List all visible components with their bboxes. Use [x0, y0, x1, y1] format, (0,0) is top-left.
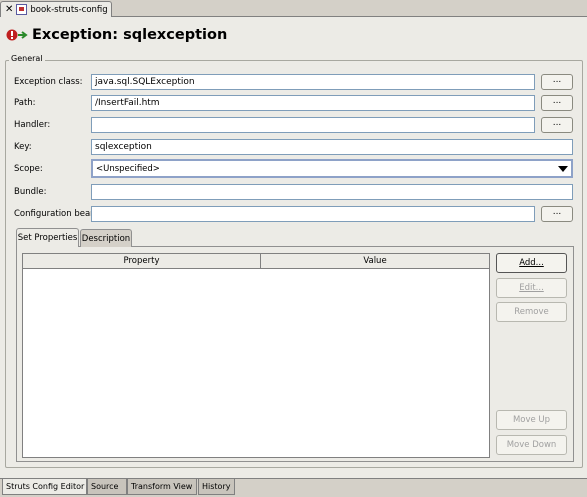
key-input[interactable]: sqlexception: [91, 139, 573, 155]
remove-button[interactable]: Remove: [496, 302, 567, 322]
page-header: Exception: sqlexception: [6, 27, 227, 43]
editor-page-tab-bar: Struts Config Editor Source Transform Vi…: [0, 478, 587, 497]
scope-select[interactable]: <Unspecified>: [91, 159, 573, 178]
key-label: Key:: [14, 142, 32, 152]
path-browse-button[interactable]: ...: [541, 95, 573, 111]
edit-button-label: Edit...: [519, 283, 544, 293]
close-icon[interactable]: ✕: [5, 4, 13, 15]
move-down-button-label: Move Down: [506, 440, 557, 450]
properties-table[interactable]: Property Value: [22, 253, 490, 458]
exception-class-label: Exception class:: [14, 77, 83, 87]
struts-config-file-icon: [16, 4, 28, 15]
path-input[interactable]: /InsertFail.htm: [91, 95, 535, 111]
remove-button-label: Remove: [514, 307, 549, 317]
exception-class-input[interactable]: java.sql.SQLException: [91, 74, 535, 90]
move-up-button-label: Move Up: [512, 415, 551, 425]
handler-browse-button[interactable]: ...: [541, 117, 573, 133]
add-button[interactable]: Add...: [496, 253, 567, 273]
scope-label: Scope:: [14, 164, 43, 174]
tab-set-properties[interactable]: Set Properties: [16, 228, 79, 247]
path-label: Path:: [14, 98, 36, 108]
configuration-bean-browse-button[interactable]: ...: [541, 206, 573, 222]
move-up-button[interactable]: Move Up: [496, 410, 567, 430]
scope-selected-value: <Unspecified>: [96, 164, 160, 174]
property-column-header[interactable]: Property: [23, 254, 261, 269]
tab-transform-view[interactable]: Transform View: [127, 479, 197, 495]
handler-input[interactable]: [91, 117, 535, 133]
bundle-input[interactable]: [91, 184, 573, 200]
tab-source[interactable]: Source: [87, 479, 127, 495]
editor-tab-book-struts-config[interactable]: ✕ book-struts-config: [0, 1, 112, 17]
handler-label: Handler:: [14, 120, 51, 130]
exception-class-browse-button[interactable]: ...: [541, 74, 573, 90]
edit-button[interactable]: Edit...: [496, 278, 567, 298]
move-down-button[interactable]: Move Down: [496, 435, 567, 455]
add-button-label: Add...: [519, 258, 544, 268]
bundle-label: Bundle:: [14, 187, 47, 197]
tab-history[interactable]: History: [198, 479, 235, 495]
dropdown-arrow-icon[interactable]: [558, 166, 568, 172]
value-column-header[interactable]: Value: [261, 254, 489, 269]
tab-description[interactable]: Description: [80, 229, 132, 247]
general-group-legend: General: [9, 54, 45, 63]
exception-icon: [6, 29, 28, 41]
editor-tab-bar: ✕ book-struts-config: [0, 0, 587, 17]
tab-struts-config-editor[interactable]: Struts Config Editor: [2, 479, 87, 495]
configuration-bean-input[interactable]: [91, 206, 535, 222]
editor-tab-label: book-struts-config: [30, 4, 108, 15]
page-title: Exception: sqlexception: [32, 27, 228, 43]
configuration-bean-label: Configuration bean:: [14, 209, 99, 219]
